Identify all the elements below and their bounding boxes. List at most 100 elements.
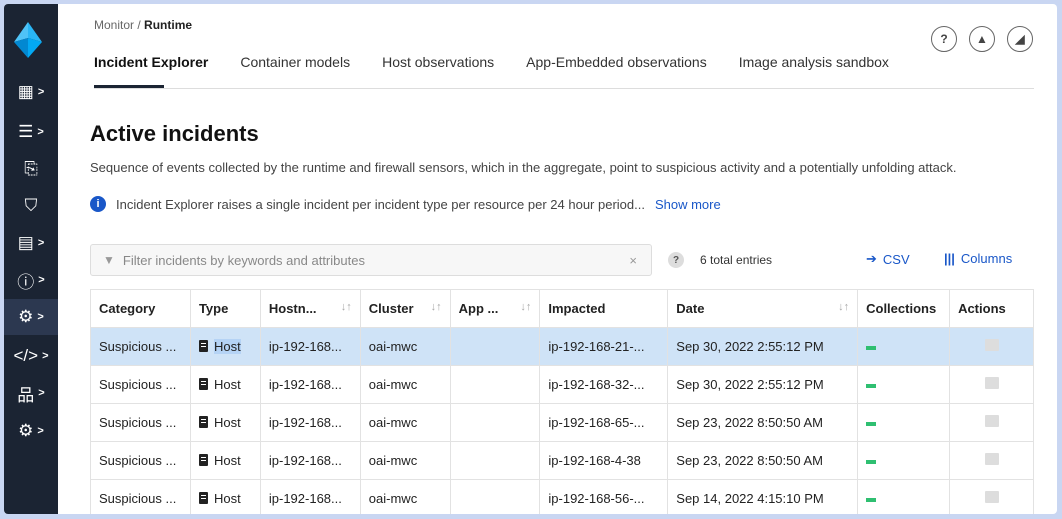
cell-hostname: ip-192-168... xyxy=(259,441,361,480)
tab-incident-explorer[interactable]: Incident Explorer xyxy=(94,54,208,84)
code-icon: </> xyxy=(13,346,39,365)
tab-image-analysis-sandbox[interactable]: Image analysis sandbox xyxy=(739,54,889,84)
breadcrumb-parent[interactable]: Monitor xyxy=(94,18,134,32)
filter-help-icon[interactable]: ? xyxy=(668,252,684,268)
collection-status-icon xyxy=(866,421,877,426)
cell-app xyxy=(449,403,541,442)
col-cluster[interactable]: Cluster ↓↑ xyxy=(359,289,451,328)
cell-type: Host xyxy=(189,479,261,514)
show-more-link[interactable]: Show more xyxy=(655,197,721,212)
chevron-right-icon: > xyxy=(37,311,44,323)
col-type[interactable]: Type xyxy=(189,289,261,328)
cell-actions xyxy=(949,327,1034,366)
collection-status-icon xyxy=(866,497,877,502)
network-icon: 品 xyxy=(17,385,35,405)
clear-icon[interactable]: × xyxy=(629,253,637,268)
sidebar-item-code[interactable]: </> > xyxy=(4,338,58,374)
host-icon xyxy=(198,492,208,504)
cell-collections xyxy=(857,365,951,404)
dashboard-icon: ▦ xyxy=(17,82,34,101)
archive-icon[interactable] xyxy=(984,415,999,427)
cell-hostname: ip-192-168... xyxy=(259,479,361,514)
entries-count: 6 total entries xyxy=(700,253,773,267)
sidebar-item-alert[interactable]: ⓘ > xyxy=(4,262,58,298)
col-app[interactable]: App ... ↓↑ xyxy=(449,289,541,328)
sort-icon[interactable]: ↓↑ xyxy=(341,301,352,313)
sidebar-item-network[interactable]: 品 > xyxy=(4,375,58,411)
cell-cluster: oai-mwc xyxy=(359,327,451,366)
columns-button[interactable]: ||| Columns xyxy=(944,251,1012,266)
cell-actions xyxy=(949,365,1034,404)
sidebar-item-compliance[interactable]: ▤ > xyxy=(4,225,58,261)
filter-placeholder: Filter incidents by keywords and attribu… xyxy=(122,252,365,268)
sidebar-item-dashboard[interactable]: ▦ > xyxy=(4,74,58,110)
list-icon: ☰ xyxy=(18,122,34,141)
cell-date: Sep 14, 2022 4:15:10 PM xyxy=(667,479,859,514)
cell-app xyxy=(449,479,541,514)
sidebar-item-settings[interactable]: ⚙ > xyxy=(4,413,58,449)
col-actions[interactable]: Actions xyxy=(949,289,1034,328)
compliance-icon: ▤ xyxy=(17,233,34,252)
bell-icon[interactable]: ▲ xyxy=(969,26,995,52)
header-actions: ? ▲ ◢ xyxy=(931,26,1033,52)
table-row[interactable]: Suspicious ... Host ip-192-168... oai-mwc ip… xyxy=(90,327,1034,366)
col-category[interactable]: Category xyxy=(90,289,191,328)
chevron-right-icon: > xyxy=(38,387,45,399)
main-content: Monitor / Runtime ? ▲ ◢ Incident Explore… xyxy=(58,4,1057,514)
help-icon[interactable]: ? xyxy=(931,26,957,52)
info-text: Incident Explorer raises a single incide… xyxy=(116,196,645,212)
table-row[interactable]: Suspicious ... Host ip-192-168... oai-mwc ip… xyxy=(90,403,1034,442)
tab-app-embedded-observations[interactable]: App-Embedded observations xyxy=(526,54,707,84)
cell-cluster: oai-mwc xyxy=(359,441,451,480)
cell-date: Sep 23, 2022 8:50:50 AM xyxy=(667,441,859,480)
breadcrumb-current: Runtime xyxy=(144,18,193,32)
cell-app xyxy=(449,327,541,366)
cell-cluster: oai-mwc xyxy=(359,479,451,514)
logo-icon[interactable] xyxy=(14,22,42,58)
archive-icon[interactable] xyxy=(984,339,999,351)
tab-host-observations[interactable]: Host observations xyxy=(382,54,494,84)
cell-collections xyxy=(857,479,951,514)
archive-icon[interactable] xyxy=(984,491,999,503)
tab-divider xyxy=(94,88,1034,89)
col-impacted[interactable]: Impacted xyxy=(539,289,669,328)
archive-icon[interactable] xyxy=(984,377,999,389)
cell-type: Host xyxy=(189,365,261,404)
table-row[interactable]: Suspicious ... Host ip-192-168... oai-mwc ip… xyxy=(90,365,1034,404)
chart-icon[interactable]: ◢ xyxy=(1007,26,1033,52)
col-collections[interactable]: Collections xyxy=(857,289,951,328)
csv-export-button[interactable]: ➔ CSV xyxy=(866,251,910,267)
alert-icon: ⓘ xyxy=(17,272,35,292)
cell-date: Sep 30, 2022 2:55:12 PM xyxy=(667,365,859,404)
cell-category: Suspicious ... xyxy=(90,365,191,404)
sidebar-item-runtime[interactable]: ⚙ > xyxy=(4,299,58,335)
cell-collections xyxy=(857,441,951,480)
info-icon: i xyxy=(90,196,106,212)
col-date[interactable]: Date ↓↑ xyxy=(667,289,859,328)
cell-category: Suspicious ... xyxy=(90,327,191,366)
sort-icon[interactable]: ↓↑ xyxy=(520,301,531,313)
cell-impacted: ip-192-168-21-... xyxy=(539,327,669,366)
cell-date: Sep 23, 2022 8:50:50 AM xyxy=(667,403,859,442)
sort-icon[interactable]: ↓↑ xyxy=(431,301,442,313)
sort-icon[interactable]: ↓↑ xyxy=(838,301,849,313)
table-header-row: Category Type Hostn... ↓↑ Cluster ↓↑ App .… xyxy=(90,289,1034,328)
archive-icon[interactable] xyxy=(984,453,999,465)
cell-hostname: ip-192-168... xyxy=(259,327,361,366)
sidebar-item-scan[interactable]: ⎘ xyxy=(4,151,58,187)
col-hostname[interactable]: Hostn... ↓↑ xyxy=(259,289,361,328)
export-icon: ➔ xyxy=(866,251,877,266)
table-row[interactable]: Suspicious ... Host ip-192-168... oai-mwc ip… xyxy=(90,441,1034,480)
sidebar-item-shield[interactable]: ⛉ xyxy=(4,188,58,224)
runtime-icon: ⚙ xyxy=(18,307,34,326)
filter-input[interactable]: ▼ Filter incidents by keywords and attri… xyxy=(90,244,652,276)
cell-actions xyxy=(949,479,1034,514)
host-icon xyxy=(198,454,208,466)
table-row[interactable]: Suspicious ... Host ip-192-168... oai-mwc ip… xyxy=(90,479,1034,514)
tab-container-models[interactable]: Container models xyxy=(240,54,350,84)
sidebar-item-list[interactable]: ☰ > xyxy=(4,114,58,150)
host-icon xyxy=(198,378,208,390)
cell-category: Suspicious ... xyxy=(90,479,191,514)
incidents-table: Category Type Hostn... ↓↑ Cluster ↓↑ App .… xyxy=(90,289,1034,514)
chevron-right-icon: > xyxy=(37,425,44,437)
